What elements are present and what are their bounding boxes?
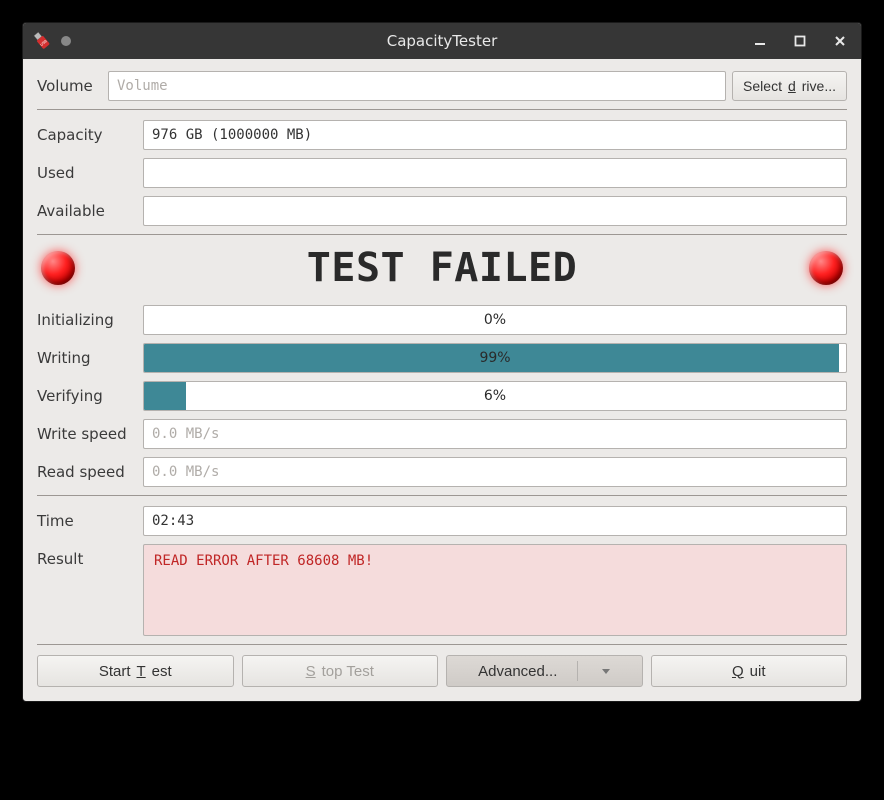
titlebar[interactable]: USB CapacityTester bbox=[23, 23, 861, 59]
read-speed-label: Read speed bbox=[37, 463, 137, 481]
capacity-label: Capacity bbox=[37, 126, 137, 144]
time-label: Time bbox=[37, 512, 137, 530]
available-label: Available bbox=[37, 202, 137, 220]
status-row: TEST FAILED bbox=[37, 245, 847, 291]
volume-input[interactable] bbox=[108, 71, 726, 101]
minimize-button[interactable] bbox=[747, 28, 773, 54]
status-led-right bbox=[809, 251, 843, 285]
time-value: 02:43 bbox=[143, 506, 847, 536]
select-drive-button[interactable]: Select drive... bbox=[732, 71, 847, 101]
advanced-button[interactable]: Advanced... bbox=[446, 655, 643, 687]
initializing-label: Initializing bbox=[37, 311, 137, 329]
chevron-down-icon bbox=[602, 669, 610, 674]
status-text: TEST FAILED bbox=[307, 245, 577, 291]
start-test-button[interactable]: Start Test bbox=[37, 655, 234, 687]
available-value bbox=[143, 196, 847, 226]
initializing-progress: 0% bbox=[143, 305, 847, 335]
separator bbox=[37, 234, 847, 235]
capacity-value: 976 GB (1000000 MB) bbox=[143, 120, 847, 150]
separator bbox=[37, 495, 847, 496]
window-title: CapacityTester bbox=[23, 32, 861, 50]
volume-label: Volume bbox=[37, 77, 102, 95]
stop-test-button: Stop Test bbox=[242, 655, 439, 687]
verifying-label: Verifying bbox=[37, 387, 137, 405]
content-area: Volume Select drive... Capacity 976 GB (… bbox=[23, 59, 861, 701]
quit-button[interactable]: Quit bbox=[651, 655, 848, 687]
read-speed-value: 0.0 MB/s bbox=[143, 457, 847, 487]
pin-icon[interactable] bbox=[61, 36, 71, 46]
used-label: Used bbox=[37, 164, 137, 182]
writing-progress: 99% bbox=[143, 343, 847, 373]
write-speed-value: 0.0 MB/s bbox=[143, 419, 847, 449]
separator bbox=[37, 109, 847, 110]
result-label: Result bbox=[37, 544, 137, 568]
main-window: USB CapacityTester Volume Select drive..… bbox=[22, 22, 862, 702]
app-icon: USB bbox=[31, 30, 53, 52]
status-led-left bbox=[41, 251, 75, 285]
used-value bbox=[143, 158, 847, 188]
separator bbox=[577, 661, 578, 681]
verifying-progress: 6% bbox=[143, 381, 847, 411]
write-speed-label: Write speed bbox=[37, 425, 137, 443]
separator bbox=[37, 644, 847, 645]
result-value: READ ERROR AFTER 68608 MB! bbox=[143, 544, 847, 636]
writing-label: Writing bbox=[37, 349, 137, 367]
maximize-button[interactable] bbox=[787, 28, 813, 54]
close-button[interactable] bbox=[827, 28, 853, 54]
